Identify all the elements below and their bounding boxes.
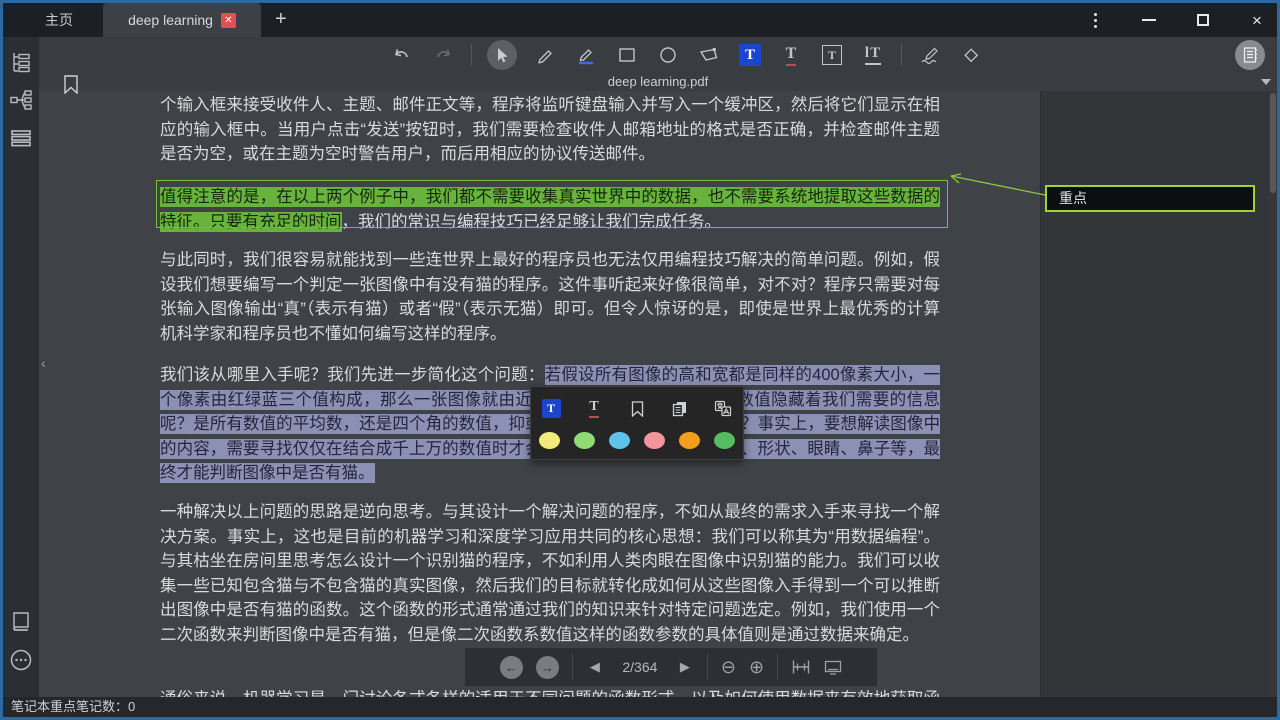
annotation-toolbar: T T T lT <box>39 37 1277 73</box>
kebab-menu-icon[interactable] <box>1081 6 1109 34</box>
paragraph: 个输入框来接受收件人、主题、邮件正文等，程序将监听键盘输入并写入一个缓冲区，然后… <box>160 93 940 167</box>
prev-page-button[interactable]: ◀ <box>586 660 604 675</box>
eraser-icon[interactable] <box>958 42 984 68</box>
list-icon[interactable] <box>8 125 34 151</box>
tab-bar: 主页 deep learning ✕ + × <box>3 3 1277 37</box>
app-window: 主页 deep learning ✕ + × <box>0 0 1280 720</box>
left-sidebar <box>3 37 39 697</box>
note-card[interactable]: 重点 <box>1045 185 1255 212</box>
polygon-tool-icon[interactable] <box>696 42 722 68</box>
color-dot-yellow[interactable] <box>539 432 560 449</box>
highlighter-icon[interactable] <box>573 42 599 68</box>
selection-popup: T T <box>530 386 744 460</box>
document-title: deep learning.pdf <box>39 73 1277 91</box>
zoom-in-button[interactable]: ⊕ <box>749 657 764 678</box>
history-forward-button[interactable]: → <box>536 656 559 679</box>
paragraph-clipped: 通俗来说，机器学习是一门讨论各式各样的适用于不同问题的函数形式，以及如何使用数据… <box>160 687 940 697</box>
status-bar: 笔记本重点笔记数：0 <box>3 697 1277 717</box>
scrollbar-thumb[interactable] <box>1270 93 1276 193</box>
document-header: deep learning.pdf <box>39 73 1277 91</box>
scribble-eraser-icon[interactable] <box>917 42 943 68</box>
color-dot-light-green[interactable] <box>574 432 595 449</box>
text-highlight-icon[interactable]: T <box>737 42 763 68</box>
paragraph: 与此同时，我们很容易就能找到一些连世界上最好的程序员也无法仅用编程技巧解决的简单… <box>160 248 940 346</box>
page-indicator: 2/364 <box>617 659 663 675</box>
close-button[interactable]: × <box>1243 6 1271 34</box>
text-style-icon[interactable]: lT <box>860 42 886 68</box>
more-options-icon[interactable] <box>8 647 34 673</box>
paragraph: 一种解决以上问题的思路是逆向思考。与其设计一个解决问题的程序，不如从最终的需求入… <box>160 500 940 647</box>
mindmap-icon[interactable] <box>8 87 34 113</box>
select-cursor-icon[interactable] <box>487 40 517 70</box>
notebook-view-button[interactable] <box>1235 40 1265 70</box>
popup-translate-icon[interactable] <box>711 397 735 421</box>
color-dot-pink[interactable] <box>644 432 665 449</box>
text-underline-icon[interactable]: T <box>778 42 804 68</box>
tab-document[interactable]: deep learning ✕ <box>103 3 261 37</box>
color-dot-orange[interactable] <box>679 432 700 449</box>
popup-bookmark-icon[interactable] <box>625 397 649 421</box>
tab-document-label: deep learning <box>128 12 213 28</box>
outline-icon[interactable] <box>8 49 34 75</box>
undo-icon[interactable] <box>389 42 415 68</box>
minimize-icon <box>1142 19 1156 21</box>
page-navigation-bar: ← → ◀ 2/364 ▶ ⊖ ⊕ <box>465 648 877 686</box>
text-box-icon[interactable]: T <box>819 42 845 68</box>
zoom-out-button[interactable]: ⊖ <box>721 657 736 678</box>
tab-close-icon[interactable]: ✕ <box>221 13 236 28</box>
paragraph-annotated: 值得注意的是，在以上两个例子中，我们都不需要收集真实世界中的数据，也不需要系统地… <box>160 185 940 234</box>
pen-icon[interactable] <box>532 42 558 68</box>
maximize-icon <box>1197 14 1209 26</box>
color-dot-blue[interactable] <box>609 432 630 449</box>
vertical-scrollbar[interactable] <box>1269 91 1277 697</box>
status-text: 笔记本重点笔记数：0 <box>11 699 135 714</box>
history-back-button[interactable]: ← <box>500 656 523 679</box>
rectangle-tool-icon[interactable] <box>614 42 640 68</box>
tab-home[interactable]: 主页 <box>31 3 87 37</box>
popup-copy-icon[interactable] <box>668 397 692 421</box>
popup-text-highlight-icon[interactable]: T <box>539 397 563 421</box>
maximize-button[interactable] <box>1189 6 1217 34</box>
color-dot-green[interactable] <box>714 432 735 449</box>
ellipse-tool-icon[interactable] <box>655 42 681 68</box>
sidebar-collapse-handle[interactable]: ‹ <box>41 355 46 371</box>
next-page-button[interactable]: ▶ <box>676 660 694 675</box>
notes-margin-panel <box>1040 91 1269 697</box>
fit-width-button[interactable] <box>791 659 811 675</box>
new-tab-button[interactable]: + <box>269 3 293 37</box>
fit-page-button[interactable] <box>824 660 842 675</box>
minimize-button[interactable] <box>1135 6 1163 34</box>
redo-icon[interactable] <box>430 42 456 68</box>
book-icon[interactable] <box>8 609 34 635</box>
title-dropdown-icon[interactable] <box>1261 79 1271 85</box>
popup-text-underline-icon[interactable]: T <box>582 397 606 421</box>
bookmark-icon[interactable] <box>63 75 79 94</box>
page-canvas[interactable]: 个输入框来接受收件人、主题、邮件正文等，程序将监听键盘输入并写入一个缓冲区，然后… <box>39 91 1277 697</box>
